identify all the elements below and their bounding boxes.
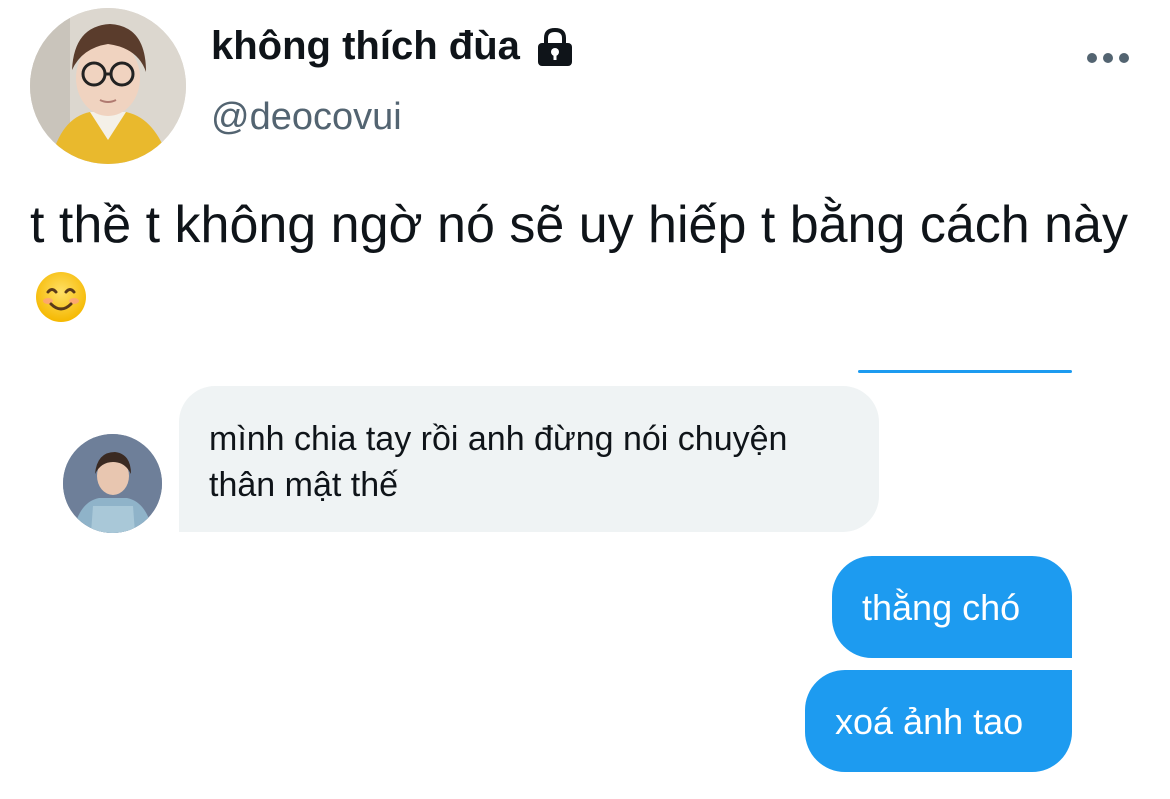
- dm-contact-photo-icon: [63, 434, 162, 533]
- received-message-text: mình chia tay rồi anh đừng nói chuyện th…: [209, 420, 788, 504]
- display-name[interactable]: không thích đùa: [211, 24, 520, 69]
- smiling-face-emoji-icon: [34, 270, 88, 324]
- dm-avatar: [63, 434, 162, 533]
- profile-photo-icon: [30, 8, 186, 164]
- cropped-bubble-edge: [858, 370, 1072, 373]
- sent-message-text: thằng chó: [862, 587, 1021, 628]
- sent-message-text: xoá ảnh tao: [835, 701, 1024, 742]
- received-message-bubble: mình chia tay rồi anh đừng nói chuyện th…: [179, 386, 879, 532]
- lock-icon: [534, 26, 576, 68]
- user-handle[interactable]: @deocovui: [211, 96, 402, 139]
- tweet-text: t thề t không ngờ nó sẽ uy hiếp t bằng c…: [30, 188, 1150, 336]
- profile-avatar[interactable]: [30, 8, 186, 164]
- display-name-row: không thích đùa: [211, 24, 576, 69]
- tweet-body: t thề t không ngờ nó sẽ uy hiếp t bằng c…: [30, 196, 1128, 254]
- more-horizontal-icon[interactable]: [1084, 48, 1132, 68]
- sent-message-bubble: xoá ảnh tao: [805, 670, 1072, 772]
- sent-message-bubble: thằng chó: [832, 556, 1072, 658]
